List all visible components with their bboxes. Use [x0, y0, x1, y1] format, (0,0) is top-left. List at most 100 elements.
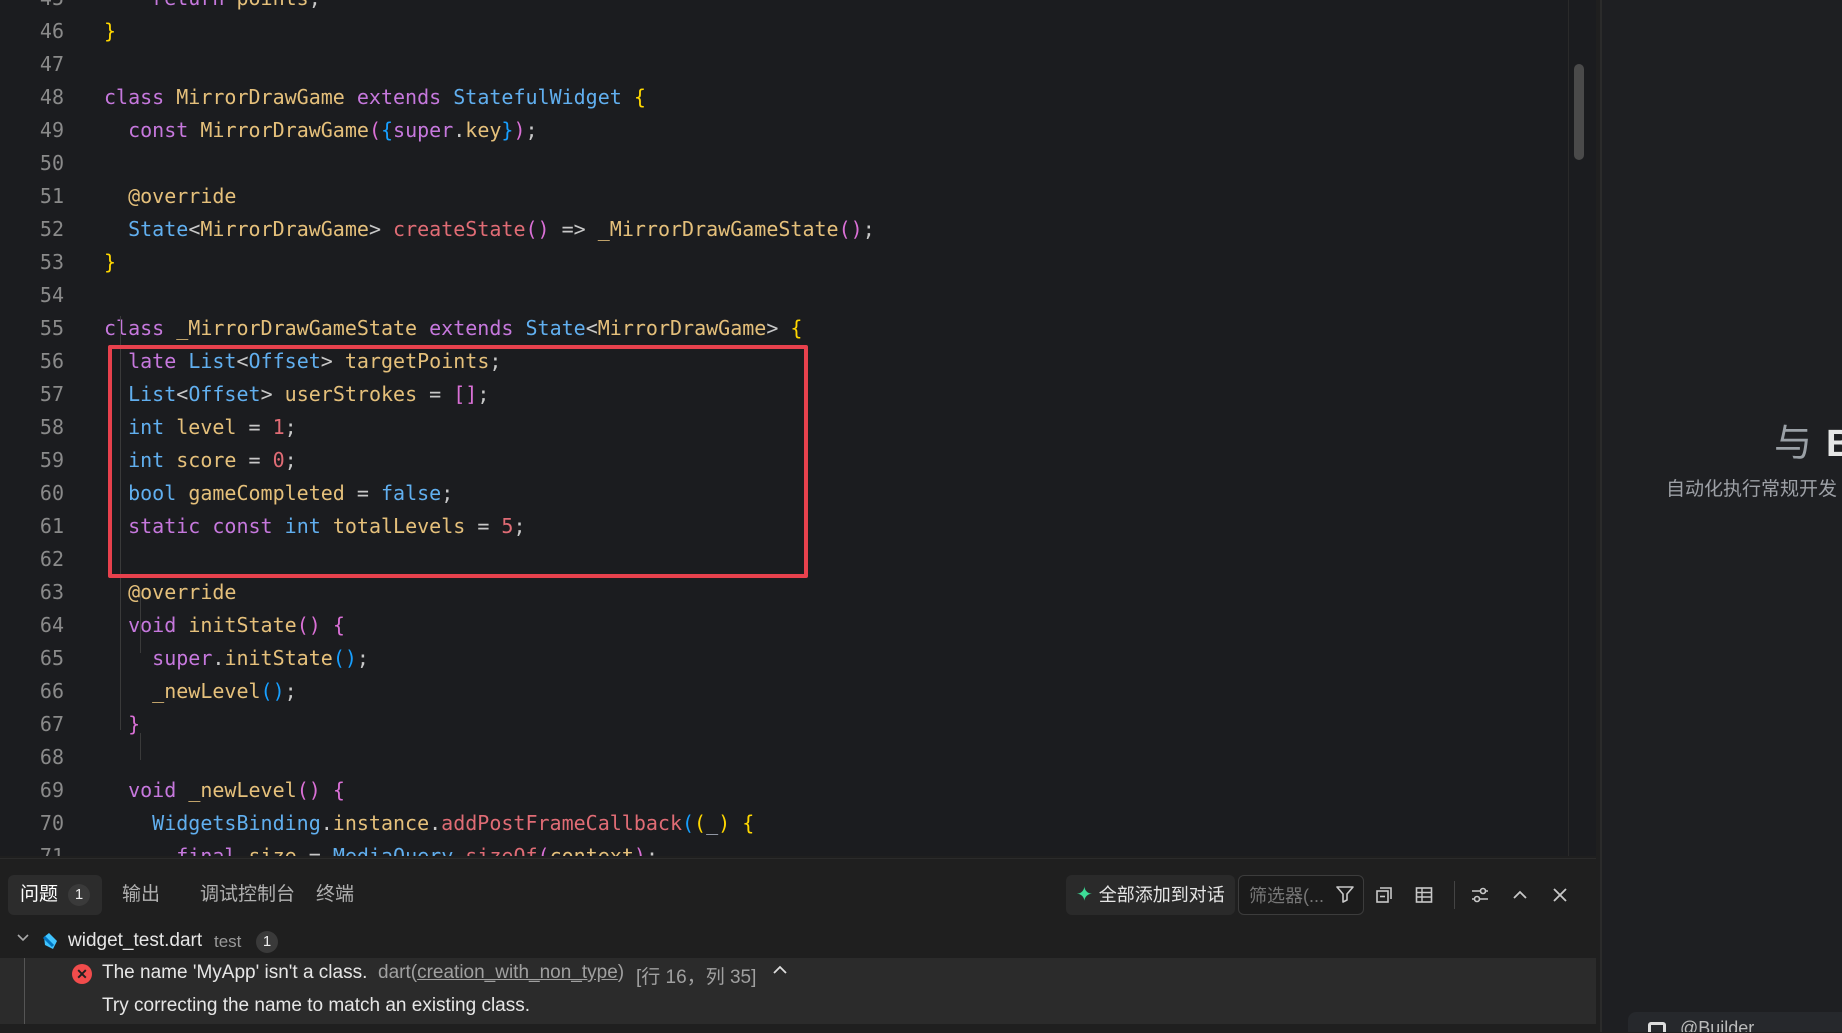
editor-ruler	[1568, 0, 1569, 856]
line-number: 70	[39, 811, 64, 835]
tab-debug-console[interactable]: 调试控制台	[188, 875, 307, 915]
line-number: 57	[39, 382, 64, 406]
line-number: 67	[39, 712, 64, 736]
code-line[interactable]: 71 final size = MediaQuery.sizeOf(contex…	[0, 840, 1570, 856]
code-line[interactable]: 49 const MirrorDrawGame({super.key});	[0, 114, 1570, 147]
problem-file-name: widget_test.dart	[68, 930, 203, 951]
error-hint: Try correcting the name to match an exis…	[102, 995, 531, 1016]
line-number: 46	[39, 19, 64, 43]
code-line[interactable]: 47	[0, 48, 1570, 81]
tab-problems[interactable]: 问题 1	[8, 875, 103, 915]
tab-terminal[interactable]: 终端	[304, 875, 366, 915]
problem-error-row[interactable]: ✕ The name 'MyApp' isn't a class. dart(c…	[0, 958, 1596, 1024]
chat-square-icon	[1648, 1022, 1666, 1032]
table-view-icon[interactable]	[1406, 877, 1442, 913]
line-number: 52	[39, 217, 64, 241]
line-number: 66	[39, 679, 64, 703]
line-number: 61	[39, 514, 64, 538]
collapse-all-icon[interactable]	[1366, 877, 1402, 913]
line-number: 63	[39, 580, 64, 604]
problems-count-badge: 1	[68, 883, 91, 906]
line-code: return points;	[104, 0, 321, 15]
side-panel-footer[interactable]: @Builder	[1628, 1012, 1842, 1032]
line-number: 69	[39, 778, 64, 802]
side-panel: 与B 自动化执行常规开发 @Builder	[1600, 0, 1842, 1032]
add-all-label: 全部添加到对话	[1098, 885, 1225, 905]
code-line[interactable]: 50	[0, 147, 1570, 180]
line-number: 55	[39, 316, 64, 340]
indent-guide	[140, 733, 141, 760]
line-number: 60	[39, 481, 64, 505]
tree-indent-guide	[24, 958, 25, 1024]
settings-sliders-icon[interactable]	[1462, 877, 1498, 913]
code-line[interactable]: 64 void initState() {	[0, 609, 1570, 642]
line-number: 50	[39, 151, 64, 175]
code-line[interactable]: 51 @override	[0, 180, 1570, 213]
tab-output[interactable]: 输出	[110, 875, 172, 915]
line-code: const MirrorDrawGame({super.key});	[128, 118, 538, 142]
error-source-prefix: dart(	[378, 962, 418, 983]
line-number: 48	[39, 85, 64, 109]
code-line[interactable]: 48 class MirrorDrawGame extends StatefulW…	[0, 81, 1570, 114]
line-code: super.initState();	[152, 646, 369, 670]
filter-icon[interactable]	[1335, 884, 1355, 909]
line-number: 47	[39, 52, 64, 76]
line-code: }	[104, 19, 117, 43]
line-number: 64	[39, 613, 64, 637]
chevron-down-icon[interactable]	[16, 929, 30, 951]
problem-file-dir: test	[214, 932, 242, 951]
annotation-highlight-box	[108, 345, 808, 578]
editor-scrollbar[interactable]	[1574, 64, 1584, 160]
error-position: [行 16，列 35]	[636, 967, 757, 988]
line-code: class MirrorDrawGame extends StatefulWid…	[104, 85, 646, 109]
code-line[interactable]: 46}	[0, 15, 1570, 48]
line-number: 56	[39, 349, 64, 373]
chevron-up-icon[interactable]	[770, 960, 790, 986]
side-panel-heading: 与B	[1774, 412, 1842, 467]
line-number: 59	[39, 448, 64, 472]
problems-panel: 问题1 输出 调试控制台 终端 ✦全部添加到对话 widget_test.da	[0, 858, 1596, 1033]
filter-input-box[interactable]	[1238, 875, 1364, 915]
tab-problems-label: 问题	[20, 884, 59, 905]
problem-file-row[interactable]: widget_test.dart test 1	[0, 925, 1596, 957]
line-code: _newLevel();	[152, 679, 297, 703]
line-code: WidgetsBinding.instance.addPostFrameCall…	[152, 811, 755, 835]
line-code: }	[104, 250, 117, 274]
error-source-suffix: )	[617, 962, 625, 983]
code-line[interactable]: 67 }	[0, 708, 1570, 741]
line-code: State<MirrorDrawGame> createState() => _…	[128, 217, 875, 241]
side-panel-heading-glyph: 与	[1774, 423, 1813, 465]
code-line[interactable]: 65 super.initState();	[0, 642, 1570, 675]
code-line[interactable]: 54	[0, 279, 1570, 312]
problem-file-count: 1	[256, 931, 278, 953]
line-code: }	[128, 712, 141, 736]
chevron-up-icon[interactable]	[1502, 877, 1538, 913]
code-line[interactable]: 63 @override	[0, 576, 1570, 609]
sparkle-icon: ✦	[1076, 884, 1093, 906]
error-message: The name 'MyApp' isn't a class.	[102, 962, 368, 983]
code-line[interactable]: 55 class _MirrorDrawGameState extends Sta…	[0, 312, 1570, 345]
side-panel-heading-text: B	[1826, 423, 1842, 465]
line-number: 71	[39, 844, 64, 856]
line-number: 65	[39, 646, 64, 670]
line-number: 45	[0, 0, 64, 15]
line-code: @override	[128, 184, 237, 208]
close-icon[interactable]	[1542, 877, 1578, 913]
line-number: 49	[39, 118, 64, 142]
code-editor[interactable]: 45 return points;46}4748class MirrorDraw…	[0, 0, 1596, 856]
code-line[interactable]: 66 _newLevel();	[0, 675, 1570, 708]
code-line[interactable]: 53}	[0, 246, 1570, 279]
filter-input[interactable]	[1247, 883, 1331, 909]
code-line[interactable]: 52 State<MirrorDrawGame> createState() =…	[0, 213, 1570, 246]
line-code: @override	[128, 580, 237, 604]
side-panel-subtitle: 自动化执行常规开发	[1666, 479, 1838, 500]
add-all-to-chat-button[interactable]: ✦ 全部添加到对话	[1066, 875, 1235, 915]
error-code-link[interactable]: creation_with_non_type	[417, 962, 618, 983]
line-number: 53	[39, 250, 64, 274]
code-line[interactable]: 70 WidgetsBinding.instance.addPostFrameC…	[0, 807, 1570, 840]
code-line[interactable]: 68	[0, 741, 1570, 774]
line-code: final size = MediaQuery.sizeOf(context);	[176, 844, 658, 856]
line-number: 62	[39, 547, 64, 571]
code-line[interactable]: 45 return points;	[0, 0, 1570, 15]
code-line[interactable]: 69 void _newLevel() {	[0, 774, 1570, 807]
